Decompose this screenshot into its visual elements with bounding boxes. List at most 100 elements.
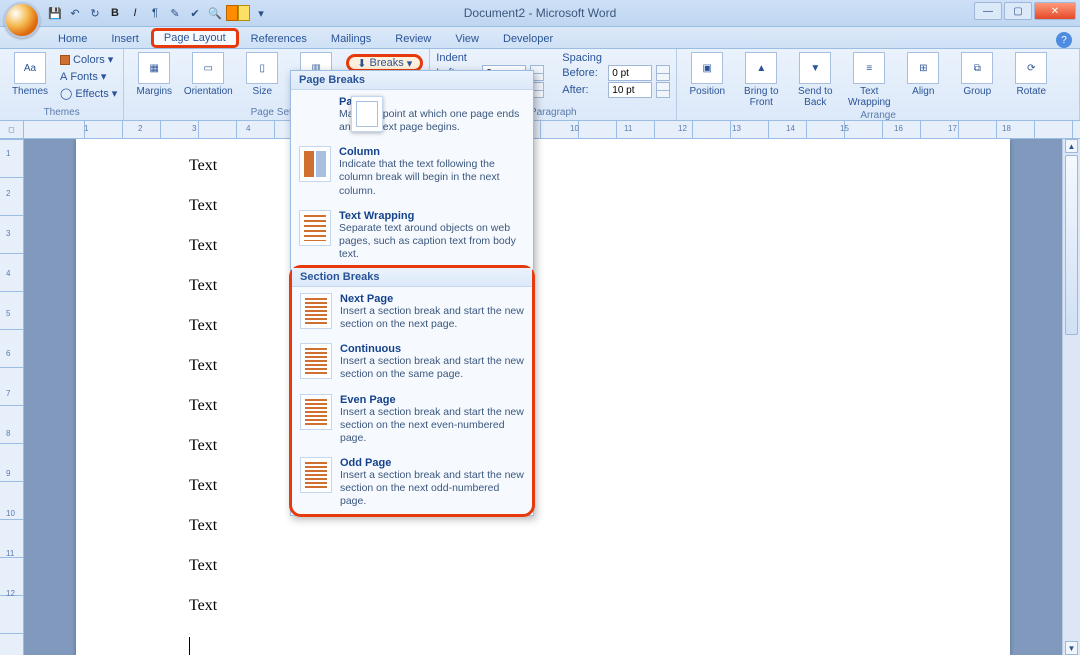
ruler-tick: 4 <box>6 269 10 278</box>
title-bar: 💾 ↶ ↻ B I ¶ ✎ ✔ 🔍 ▾ Document2 - Microsof… <box>0 0 1080 27</box>
ruler-tick: 2 <box>6 189 10 198</box>
themes-button[interactable]: AaThemes <box>6 52 54 97</box>
bold-icon[interactable]: B <box>106 4 124 22</box>
undo-icon[interactable]: ↶ <box>66 4 84 22</box>
group-button[interactable]: ⧉Group <box>953 52 1001 97</box>
ruler-tick: 9 <box>6 469 10 478</box>
ruler-tick: 3 <box>192 124 196 133</box>
rotate-button[interactable]: ⟳Rotate <box>1007 52 1055 97</box>
office-button[interactable] <box>4 2 40 38</box>
tab-insert[interactable]: Insert <box>99 30 151 48</box>
document-text-line[interactable]: Text <box>189 397 217 415</box>
scroll-down-icon[interactable]: ▼ <box>1065 641 1078 655</box>
minimize-button[interactable]: — <box>974 2 1002 20</box>
ribbon: AaThemes Colors ▾ AFonts ▾ ◯Effects ▾ Th… <box>0 49 1080 121</box>
spacing-before-label: Before: <box>562 67 604 79</box>
margins-button[interactable]: ▦Margins <box>130 52 178 97</box>
theme-effects-button[interactable]: ◯Effects ▾ <box>60 86 117 101</box>
document-text-line[interactable]: Text <box>189 557 217 575</box>
size-button[interactable]: ▯Size <box>238 52 286 97</box>
next-page-break-icon <box>300 293 332 329</box>
even-page-break-icon <box>300 394 332 430</box>
tab-page-layout[interactable]: Page Layout <box>151 28 239 48</box>
italic-icon[interactable]: I <box>126 4 144 22</box>
ribbon-tab-row: Home Insert Page Layout References Maili… <box>0 27 1080 49</box>
window-title: Document2 - Microsoft Word <box>464 6 617 20</box>
orientation-button[interactable]: ▭Orientation <box>184 52 232 97</box>
tab-home[interactable]: Home <box>46 30 99 48</box>
tab-view[interactable]: View <box>443 30 491 48</box>
break-even-page[interactable]: Even PageInsert a section break and star… <box>292 388 532 451</box>
document-text-line[interactable]: Text <box>189 237 217 255</box>
scroll-thumb[interactable] <box>1065 155 1078 335</box>
document-text-line[interactable]: Text <box>189 317 217 335</box>
column-break-icon <box>299 146 331 182</box>
tab-references[interactable]: References <box>239 30 319 48</box>
tab-review[interactable]: Review <box>383 30 443 48</box>
vertical-scrollbar[interactable]: ▲ ▼ <box>1062 139 1080 655</box>
scroll-up-icon[interactable]: ▲ <box>1065 139 1078 153</box>
spacing-before-input[interactable] <box>608 65 652 81</box>
ruler-tick: 4 <box>246 124 250 133</box>
ruler-tick: 3 <box>6 229 10 238</box>
save-icon[interactable]: 💾 <box>46 4 64 22</box>
document-text-line[interactable]: Text <box>189 357 217 375</box>
break-column[interactable]: ColumnIndicate that the text following t… <box>291 140 533 203</box>
ruler-horizontal[interactable]: 123456789101112131415161718 <box>24 121 1080 139</box>
ruler-corner[interactable]: ◻ <box>0 121 24 139</box>
document-page[interactable]: Text Text Text Text Text Text Text Text Text Text… <box>76 139 1010 655</box>
spinner-icon[interactable] <box>656 65 670 81</box>
zoom-icon[interactable]: 🔍 <box>206 4 224 22</box>
ruler-tick: 1 <box>84 124 88 133</box>
tab-mailings[interactable]: Mailings <box>319 30 383 48</box>
size-icon: ▯ <box>246 52 278 84</box>
break-text-wrapping[interactable]: Text WrappingSeparate text around object… <box>291 204 533 267</box>
break-page[interactable]: PageMark the point at which one page end… <box>291 90 533 140</box>
themes-icon: Aa <box>14 52 46 84</box>
theme-fonts-button[interactable]: AFonts ▾ <box>60 69 117 84</box>
bring-to-front-button[interactable]: ▲Bring to Front <box>737 52 785 108</box>
document-text-line[interactable]: Text <box>189 517 217 535</box>
text-wrapping-button[interactable]: ≡Text Wrapping <box>845 52 893 108</box>
send-to-back-button[interactable]: ▼Send to Back <box>791 52 839 108</box>
effects-icon: ◯ <box>60 87 72 100</box>
position-button[interactable]: ▣Position <box>683 52 731 97</box>
breaks-section-page-breaks: Page Breaks <box>291 71 533 90</box>
ruler-tick: 18 <box>1002 124 1011 133</box>
spinner-icon[interactable] <box>656 82 670 98</box>
document-text-line[interactable]: Text <box>189 197 217 215</box>
group-arrange: ▣Position ▲Bring to Front ▼Send to Back … <box>677 49 1080 120</box>
position-icon: ▣ <box>691 52 723 84</box>
document-text-line[interactable]: Text <box>189 477 217 495</box>
break-continuous[interactable]: ContinuousInsert a section break and sta… <box>292 337 532 387</box>
ruler-tick: 16 <box>894 124 903 133</box>
pilcrow-icon[interactable]: ¶ <box>146 4 164 22</box>
tab-developer[interactable]: Developer <box>491 30 565 48</box>
highlight-toggle[interactable] <box>226 5 250 21</box>
ruler-tick: 10 <box>570 124 579 133</box>
close-button[interactable] <box>1034 2 1076 20</box>
document-text-line[interactable]: Text <box>189 437 217 455</box>
ruler-tick: 5 <box>6 309 10 318</box>
spacing-after-input[interactable] <box>608 82 652 98</box>
format-painter-icon[interactable]: ✎ <box>166 4 184 22</box>
redo-icon[interactable]: ↻ <box>86 4 104 22</box>
group-icon: ⧉ <box>961 52 993 84</box>
break-next-page[interactable]: Next PageInsert a section break and star… <box>292 287 532 337</box>
ruler-tick: 14 <box>786 124 795 133</box>
qat-dropdown-icon[interactable]: ▾ <box>252 4 270 22</box>
help-icon[interactable]: ? <box>1056 32 1072 48</box>
break-odd-page[interactable]: Odd PageInsert a section break and start… <box>292 451 532 514</box>
ruler-vertical[interactable]: 123456789101112 <box>0 139 24 655</box>
ruler-tick: 12 <box>6 589 15 598</box>
fonts-icon: A <box>60 71 67 83</box>
odd-page-break-icon <box>300 457 332 493</box>
theme-colors-button[interactable]: Colors ▾ <box>60 52 117 67</box>
ruler-tick: 10 <box>6 509 15 518</box>
maximize-button[interactable]: ▢ <box>1004 2 1032 20</box>
spellcheck-icon[interactable]: ✔ <box>186 4 204 22</box>
document-text-line[interactable]: Text <box>189 277 217 295</box>
document-text-line[interactable]: Text <box>189 157 217 175</box>
align-button[interactable]: ⊞Align <box>899 52 947 97</box>
document-text-line[interactable]: Text <box>189 597 217 615</box>
